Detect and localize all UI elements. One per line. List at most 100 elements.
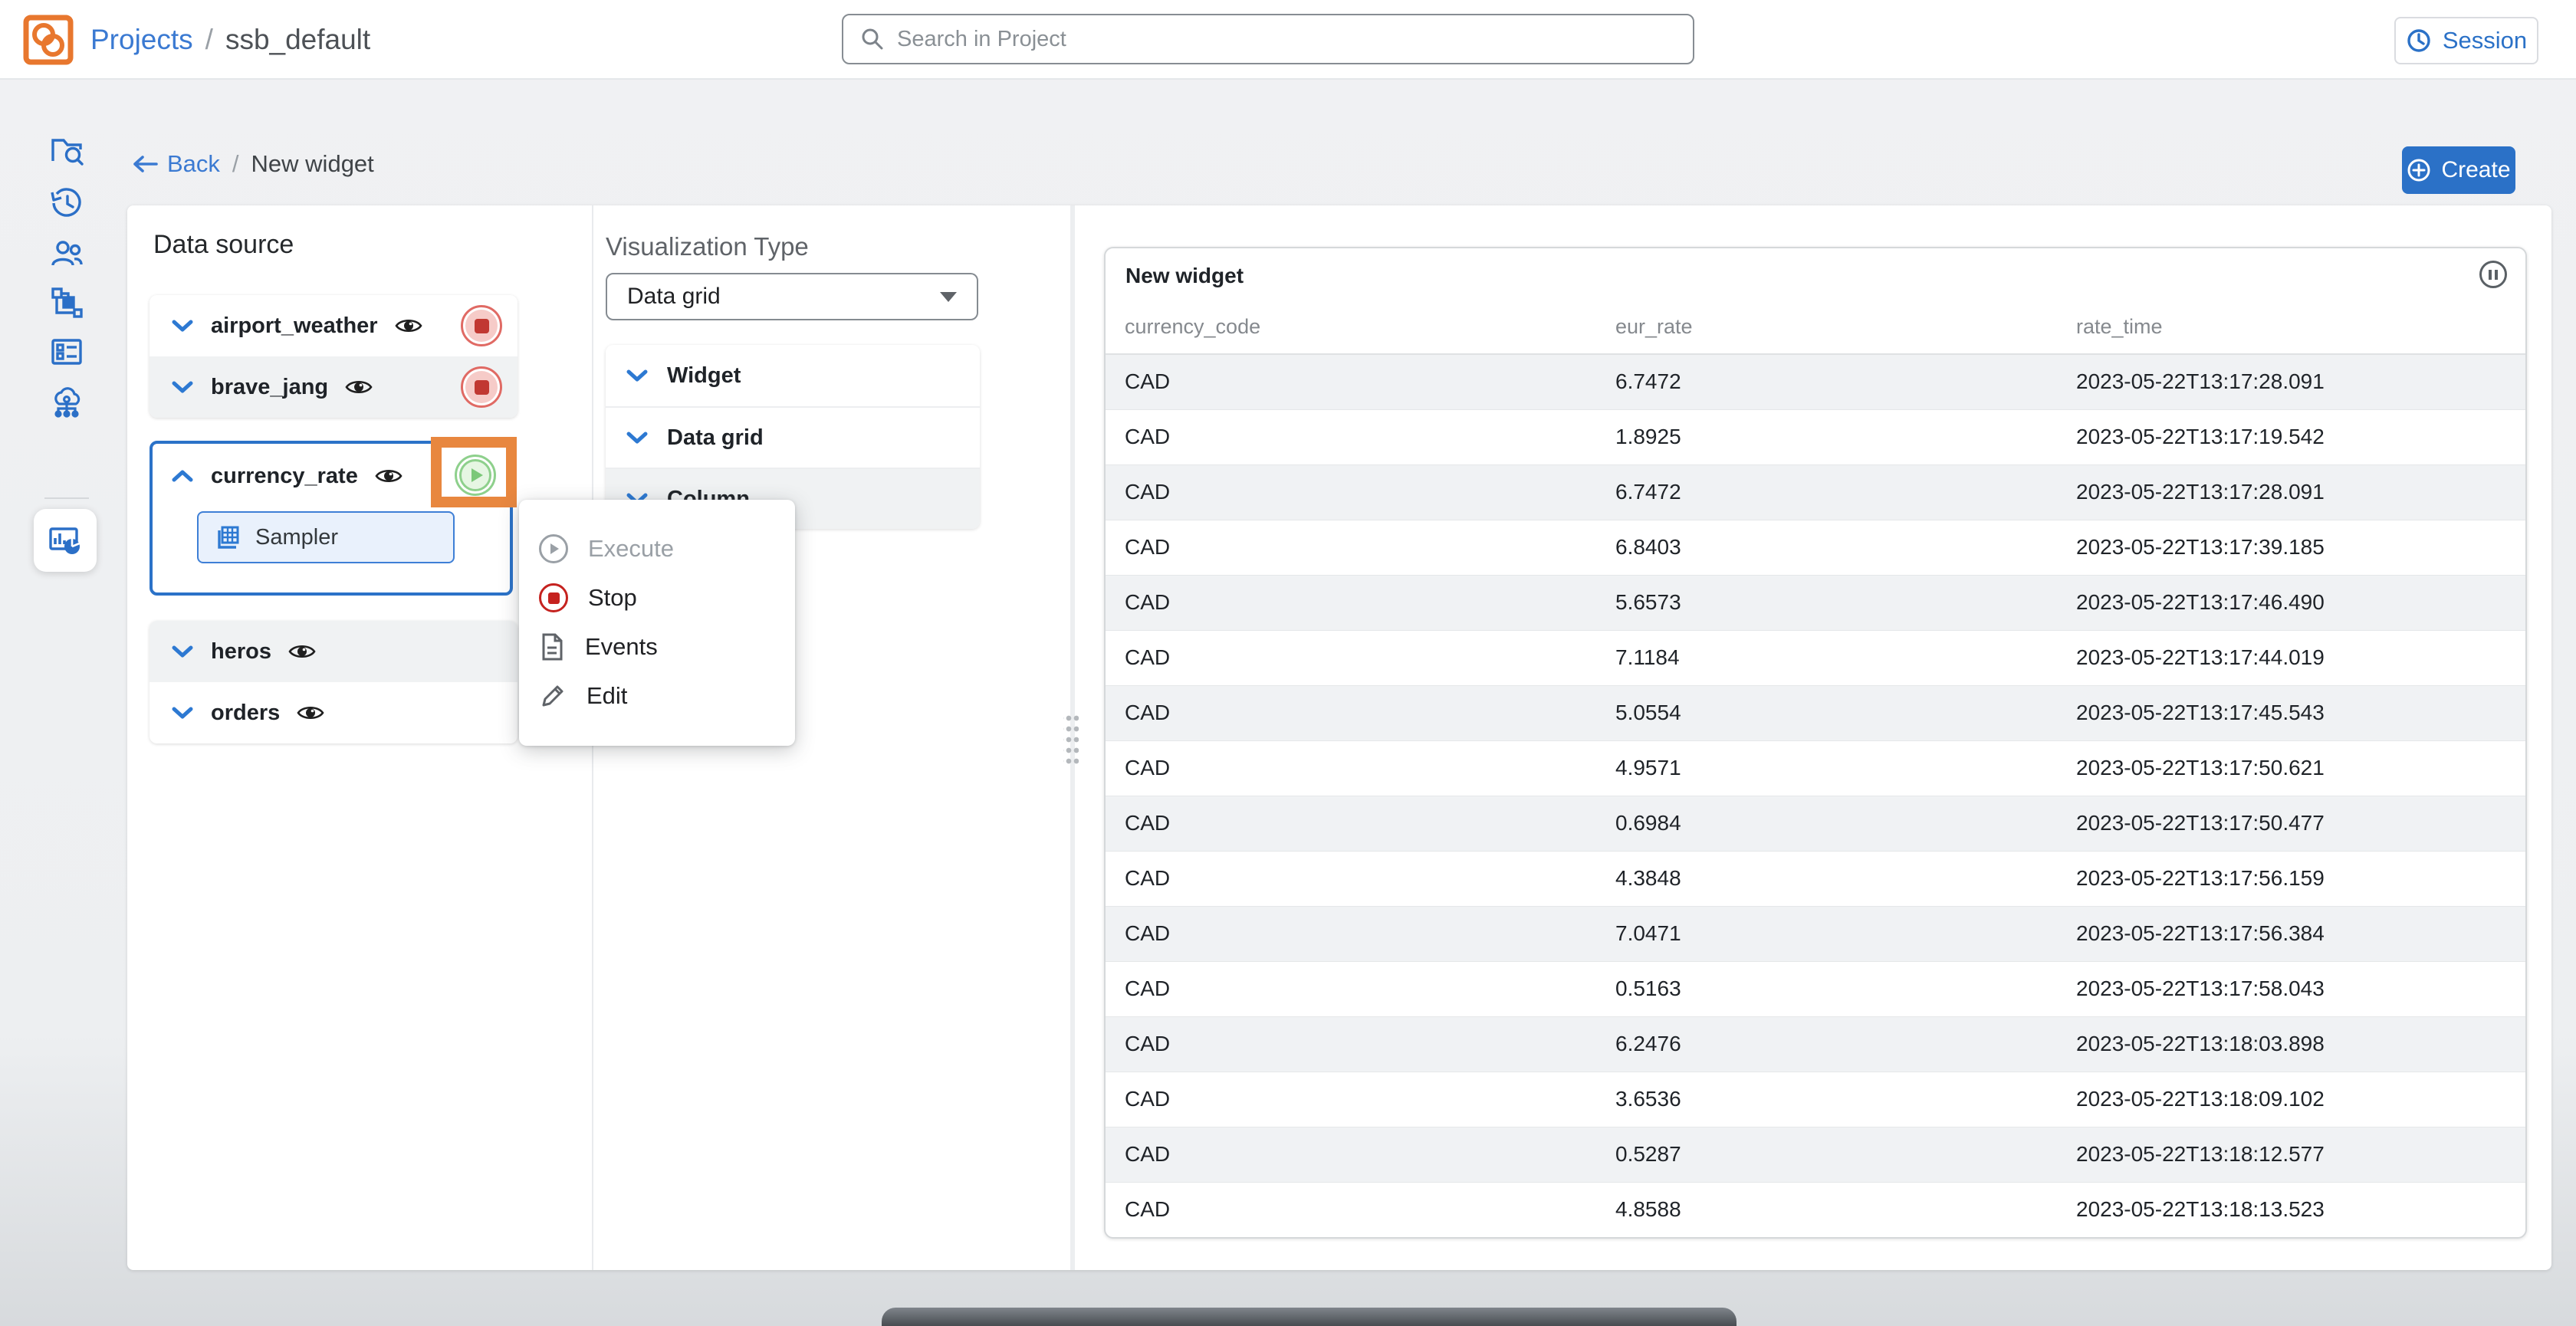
table-row: CAD7.04712023-05-22T13:17:56.384 <box>1106 906 2525 961</box>
chevron-up-icon <box>171 468 194 484</box>
tree-item-currency-rate-expanded: currency_rate Sampler <box>150 441 513 596</box>
table-row: CAD3.65362023-05-22T13:18:09.102 <box>1106 1072 2525 1127</box>
grid-header-row: currency_code eur_rate rate_time <box>1106 300 2525 354</box>
arrow-left-icon <box>132 155 158 173</box>
table-row: CAD1.89252023-05-22T13:17:19.542 <box>1106 409 2525 464</box>
tree-item-label: brave_jang <box>211 375 328 400</box>
eye-icon[interactable] <box>288 642 316 661</box>
tree-item-brave-jang[interactable]: brave_jang <box>150 356 518 418</box>
chevron-down-icon <box>171 318 194 333</box>
visualization-type-select[interactable]: Data grid <box>606 273 978 320</box>
execute-job-button[interactable] <box>455 455 496 496</box>
table-row: CAD6.24762023-05-22T13:18:03.898 <box>1106 1016 2525 1072</box>
caret-down-icon <box>940 292 957 302</box>
tree-item-orders[interactable]: orders <box>150 682 518 743</box>
table-row: CAD6.74722023-05-22T13:17:28.091 <box>1106 464 2525 520</box>
stop-circle-icon <box>539 583 568 612</box>
eye-icon[interactable] <box>395 316 422 336</box>
col-header-currency-code: currency_code <box>1106 300 1615 354</box>
breadcrumb-projects-link[interactable]: Projects <box>90 24 193 56</box>
users-icon[interactable] <box>49 236 84 271</box>
menu-item-execute[interactable]: Execute <box>519 524 795 573</box>
tree-item-label: currency_rate <box>211 464 358 489</box>
col-header-eur-rate: eur_rate <box>1615 300 2076 354</box>
widget-preview-card: New widget currency_code eur_rate rate_t… <box>1104 247 2527 1239</box>
page-title: New widget <box>251 150 374 178</box>
section-widget[interactable]: Widget <box>606 345 980 406</box>
breadcrumb: Projects / ssb_default <box>90 0 370 80</box>
visualization-type-title: Visualization Type <box>606 232 809 261</box>
document-icon <box>539 632 565 661</box>
pencil-icon <box>539 682 567 710</box>
widget-data-grid: currency_code eur_rate rate_time CAD6.74… <box>1106 300 2525 1237</box>
session-label: Session <box>2443 27 2527 54</box>
cloud-cluster-icon[interactable] <box>49 383 84 418</box>
table-row: CAD6.74722023-05-22T13:17:28.091 <box>1106 354 2525 409</box>
data-source-title: Data source <box>153 230 294 260</box>
widgets-nav-active[interactable] <box>34 509 97 572</box>
tree-item-label: orders <box>211 701 280 726</box>
stop-job-button[interactable] <box>461 366 502 408</box>
table-row: CAD0.51632023-05-22T13:17:58.043 <box>1106 961 2525 1016</box>
rail-divider <box>44 497 89 499</box>
widget-header: New widget <box>1106 248 2525 300</box>
dashboard-chart-icon <box>47 522 84 559</box>
menu-item-stop[interactable]: Stop <box>519 573 795 622</box>
search-input[interactable] <box>897 27 1676 52</box>
project-explorer-icon[interactable] <box>49 133 84 169</box>
tree-item-label: heros <box>211 639 271 665</box>
table-row: CAD0.52872023-05-22T13:18:12.577 <box>1106 1127 2525 1182</box>
eye-icon[interactable] <box>345 377 373 397</box>
stop-job-button[interactable] <box>461 305 502 346</box>
table-row: CAD6.84032023-05-22T13:17:39.185 <box>1106 520 2525 575</box>
dock-shadow <box>882 1308 1737 1326</box>
eye-icon[interactable] <box>375 466 402 486</box>
create-button[interactable]: Create <box>2402 146 2515 194</box>
table-row: CAD4.95712023-05-22T13:17:50.621 <box>1106 740 2525 796</box>
top-header: Projects / ssb_default Session <box>0 0 2576 80</box>
search-icon <box>860 27 885 51</box>
chevron-down-icon <box>626 430 649 445</box>
menu-item-edit[interactable]: Edit <box>519 671 795 720</box>
tree-item-label: airport_weather <box>211 313 378 339</box>
history-icon[interactable] <box>49 185 84 221</box>
table-row: CAD5.65732023-05-22T13:17:46.490 <box>1106 575 2525 630</box>
sampler-label: Sampler <box>255 525 338 550</box>
section-data-grid[interactable]: Data grid <box>606 406 980 468</box>
pause-sampling-button[interactable] <box>2479 261 2507 288</box>
sampler-table-icon <box>215 525 240 550</box>
chevron-down-icon <box>626 368 649 383</box>
data-table-icon[interactable] <box>49 334 84 369</box>
clock-icon <box>2406 28 2432 54</box>
eye-icon[interactable] <box>297 703 324 723</box>
menu-item-events[interactable]: Events <box>519 622 795 671</box>
app-window: Projects / ssb_default Session <box>0 0 2576 1326</box>
col-header-rate-time: rate_time <box>2076 300 2525 354</box>
flow-icon[interactable] <box>49 285 84 320</box>
table-row: CAD4.85882023-05-22T13:18:13.523 <box>1106 1182 2525 1237</box>
job-context-menu: Execute Stop Events Edit <box>519 500 795 746</box>
selected-visualization: Data grid <box>627 284 721 310</box>
left-nav-rail <box>0 80 127 1326</box>
sampler-item[interactable]: Sampler <box>197 511 455 563</box>
tree-item-airport-weather[interactable]: airport_weather <box>150 295 518 356</box>
chevron-down-icon <box>171 644 194 659</box>
breadcrumb-separator: / <box>205 24 213 56</box>
tree-item-currency-rate[interactable]: currency_rate <box>153 444 510 508</box>
table-row: CAD0.69842023-05-22T13:17:50.477 <box>1106 796 2525 851</box>
ssb-logo-icon[interactable] <box>23 15 74 65</box>
plus-circle-icon <box>2407 158 2431 182</box>
breadcrumb-project-name: ssb_default <box>225 24 370 56</box>
back-link[interactable]: Back <box>132 150 220 178</box>
chevron-down-icon <box>171 379 194 395</box>
splitter-grip[interactable] <box>1063 711 1079 766</box>
play-circle-icon <box>539 534 568 563</box>
tree-item-heros[interactable]: heros <box>150 621 518 682</box>
session-button[interactable]: Session <box>2394 17 2538 64</box>
table-row: CAD4.38482023-05-22T13:17:56.159 <box>1106 851 2525 906</box>
page-breadcrumb: Back / New widget <box>132 150 374 178</box>
data-source-tree-bottom: heros orders <box>150 621 518 743</box>
table-row: CAD7.11842023-05-22T13:17:44.019 <box>1106 630 2525 685</box>
data-source-tree-top: airport_weather brave_jang <box>150 295 518 418</box>
table-row: CAD5.05542023-05-22T13:17:45.543 <box>1106 685 2525 740</box>
